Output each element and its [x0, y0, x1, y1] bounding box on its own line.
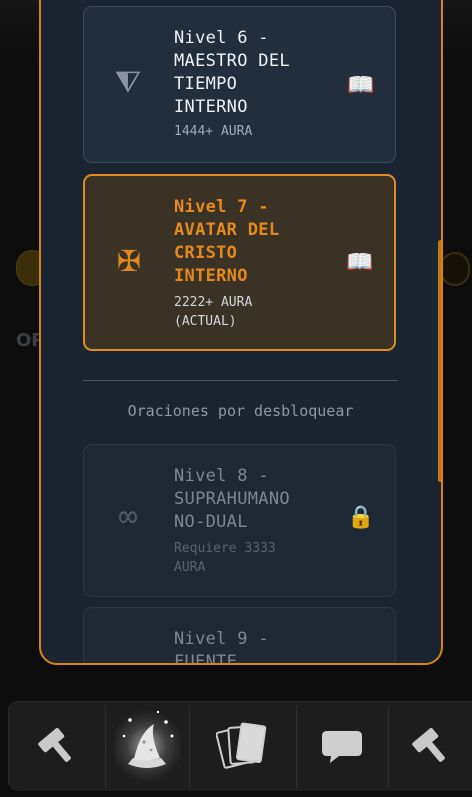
nav-item-hammer-2[interactable] [389, 702, 472, 792]
infinity-icon: ∞ [118, 497, 138, 535]
scrollbar-thumb[interactable] [438, 240, 441, 482]
maltese-cross-icon: ✠ [117, 236, 141, 280]
level-title: Nivel 7 - AVATAR DEL CRISTO INTERNO [174, 197, 280, 286]
nav-item-chat[interactable] [297, 702, 387, 792]
cards-icon [215, 722, 266, 769]
level-requirement: Requiere 3333 AURA [174, 541, 276, 575]
level-title: Nivel 9 - FUENTE [174, 629, 269, 665]
nav-item-hammer-1[interactable] [9, 702, 105, 792]
section-label: Oraciones por desbloquear [127, 402, 354, 420]
level-card-9-locked[interactable]: Nivel 9 - FUENTE [83, 607, 396, 665]
nav-item-cards[interactable] [190, 702, 295, 792]
nav-item-wizard[interactable] [106, 702, 188, 792]
chat-bubble-icon [322, 731, 362, 763]
open-book-icon[interactable]: 📖 [345, 250, 375, 275]
levels-modal: ⧨ Nivel 6 - MAESTRO DEL TIEMPO INTERNO 1… [39, 0, 443, 665]
level-card-8-locked[interactable]: ∞ Nivel 8 - SUPRAHUMANO NO-DUAL Requiere… [83, 444, 396, 597]
level-title: Nivel 6 - MAESTRO DEL TIEMPO INTERNO [174, 28, 290, 117]
hammer-icon [38, 727, 71, 762]
level-card-7-current[interactable]: ✠ Nivel 7 - AVATAR DEL CRISTO INTERNO 22… [83, 174, 396, 351]
lock-icon: 🔒 [347, 505, 375, 530]
hourglass-triangle-icon: ⧨ [114, 65, 142, 100]
open-book-icon[interactable]: 📖 [346, 73, 376, 98]
level-title: Nivel 8 - SUPRAHUMANO NO-DUAL [174, 466, 290, 532]
bottom-navigation [8, 701, 472, 791]
wizard-hat-icon [111, 710, 183, 782]
background-toggle [440, 252, 470, 286]
level-aura: 2222+ AURA (ACTUAL) [174, 295, 253, 329]
hammer-icon [412, 727, 445, 762]
section-divider [83, 380, 398, 381]
level-aura: 1444+ AURA [174, 124, 253, 139]
level-card-6[interactable]: ⧨ Nivel 6 - MAESTRO DEL TIEMPO INTERNO 1… [83, 6, 396, 163]
